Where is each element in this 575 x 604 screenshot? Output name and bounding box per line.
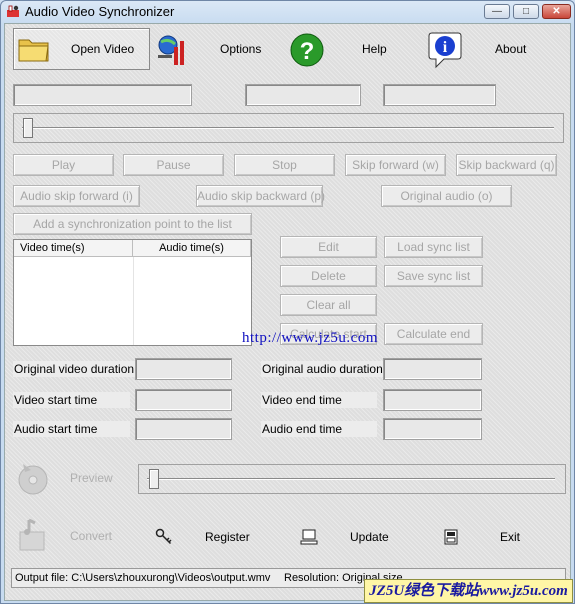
options-icon [158, 35, 184, 65]
about-label: About [495, 42, 527, 56]
key-icon [155, 528, 172, 545]
audio-skip-forward-button[interactable]: Audio skip forward (i) [13, 185, 140, 207]
exit-label: Exit [500, 530, 521, 544]
options-label: Options [220, 42, 262, 56]
original-audio-duration-field [383, 358, 482, 380]
duration-field [383, 84, 496, 106]
maximize-button[interactable]: □ [513, 4, 539, 19]
column-divider [133, 257, 134, 345]
clear-all-button[interactable]: Clear all [280, 294, 377, 316]
main-panel: Open Video Options ? Help i About Play P… [4, 23, 571, 601]
open-video-label: Open Video [71, 42, 135, 56]
video-start-time-label: Video start time [13, 392, 130, 408]
calculate-end-button[interactable]: Calculate end [384, 323, 483, 345]
preview-label: Preview [70, 471, 113, 485]
delete-button[interactable]: Delete [280, 265, 377, 287]
watermark-badge: JZ5U绿色下载站www.jz5u.com [364, 579, 573, 603]
watermark-url: http://www.jz5u.com [242, 330, 379, 346]
video-info-field [13, 84, 192, 106]
column-header-video-time[interactable]: Video time(s) [14, 240, 133, 257]
audio-start-time-label: Audio start time [13, 421, 130, 437]
save-sync-list-button[interactable]: Save sync list [384, 265, 483, 287]
video-slider-track [22, 127, 554, 129]
original-video-duration-field [135, 358, 232, 380]
door-icon [444, 529, 458, 545]
play-button[interactable]: Play [13, 154, 114, 176]
help-icon: ? [290, 33, 324, 67]
exit-button[interactable]: Exit [441, 522, 531, 552]
open-video-button[interactable]: Open Video [13, 28, 150, 70]
load-sync-list-button[interactable]: Load sync list [384, 236, 483, 258]
help-label: Help [362, 42, 387, 56]
preview-slider[interactable] [138, 464, 566, 494]
computer-icon [300, 529, 318, 545]
video-slider[interactable] [13, 113, 564, 143]
update-button[interactable]: Update [297, 522, 397, 552]
preview-button[interactable]: Preview [13, 458, 123, 498]
convert-button[interactable]: Convert [13, 516, 133, 556]
close-button[interactable]: ✕ [542, 4, 571, 19]
svg-text:i: i [443, 39, 448, 56]
sync-point-list[interactable]: Video time(s) Audio time(s) [13, 239, 252, 346]
minimize-button[interactable]: — [484, 4, 510, 19]
app-icon [7, 5, 19, 17]
video-end-time-field[interactable] [383, 389, 482, 411]
audio-start-time-field[interactable] [135, 418, 232, 440]
audio-end-time-field[interactable] [383, 418, 482, 440]
window-title: Audio Video Synchronizer [25, 4, 175, 19]
original-audio-duration-label: Original audio duration [261, 361, 384, 377]
column-header-audio-time[interactable]: Audio time(s) [133, 240, 251, 257]
add-sync-point-button[interactable]: Add a synchronization point to the list [13, 213, 252, 235]
convert-label: Convert [70, 529, 113, 543]
register-button[interactable]: Register [153, 522, 253, 552]
output-file-status: Output file: C:\Users\zhouxurong\Videos\… [15, 572, 271, 584]
register-label: Register [205, 530, 250, 544]
preview-slider-thumb[interactable] [149, 469, 159, 489]
info-icon: i [428, 32, 462, 69]
app-window: Audio Video Synchronizer — □ ✕ Open Vide… [0, 0, 575, 604]
preview-disc-icon [18, 464, 48, 495]
svg-text:?: ? [300, 38, 315, 65]
preview-slider-track [147, 478, 555, 480]
stop-button[interactable]: Stop [234, 154, 335, 176]
convert-icon [19, 518, 45, 551]
help-button[interactable]: ? Help [285, 28, 395, 70]
video-end-time-label: Video end time [261, 392, 377, 408]
skip-forward-button[interactable]: Skip forward (w) [345, 154, 446, 176]
skip-backward-button[interactable]: Skip backward (q) [456, 154, 557, 176]
title-bar: Audio Video Synchronizer — □ ✕ [1, 1, 574, 23]
update-label: Update [350, 530, 389, 544]
edit-button[interactable]: Edit [280, 236, 377, 258]
original-audio-button[interactable]: Original audio (o) [381, 185, 512, 207]
audio-end-time-label: Audio end time [261, 421, 377, 437]
pause-button[interactable]: Pause [123, 154, 224, 176]
video-start-time-field[interactable] [135, 389, 232, 411]
audio-skip-backward-button[interactable]: Audio skip backward (p) [196, 185, 325, 207]
video-slider-thumb[interactable] [23, 118, 33, 138]
options-button[interactable]: Options [151, 28, 261, 70]
original-video-duration-label: Original video duration [13, 361, 136, 377]
about-button[interactable]: i About [423, 28, 553, 70]
time-field [245, 84, 361, 106]
folder-icon [18, 39, 49, 62]
